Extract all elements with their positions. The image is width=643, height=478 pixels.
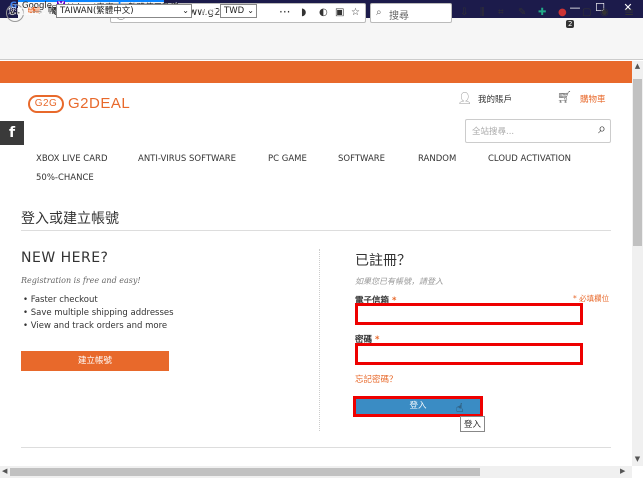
email-field[interactable] — [355, 303, 583, 325]
login-tooltip: 登入 — [460, 416, 486, 432]
crop-icon[interactable]: ⌗ — [498, 7, 504, 18]
downloads-icon[interactable]: ⇩ — [460, 7, 468, 18]
cart-icon: 🛒︎ — [557, 90, 573, 104]
site-top-bar — [0, 61, 632, 83]
screenshot-icon[interactable]: ▢ — [582, 7, 591, 18]
login-instruction: 如果您已有帳號，請登入 — [355, 277, 443, 286]
scroll-left-icon[interactable]: ◀ — [2, 467, 7, 475]
search-icon[interactable]: ⌕ — [598, 121, 606, 137]
chevron-down-icon: ⌄ — [247, 6, 254, 15]
hand-cursor-icon: ☝︎ — [456, 401, 464, 415]
site-logo[interactable]: G2G G2DEAL — [28, 95, 131, 114]
list-item: • View and track orders and more — [23, 321, 168, 331]
language-select[interactable]: TAIWAN(繁體中文) ⌄ — [56, 4, 192, 18]
search-icon: ⌕ — [376, 7, 382, 18]
chevron-down-icon: ⌄ — [182, 6, 189, 15]
bookmark-star-icon[interactable]: ☆ — [351, 7, 360, 18]
facebook-icon[interactable]: f — [0, 121, 24, 145]
extension-icon[interactable]: ✚ — [538, 7, 546, 18]
column-divider — [319, 249, 320, 431]
extension-badge-icon[interactable]: ● — [558, 7, 567, 18]
currency-label: 貨幣: — [200, 7, 220, 17]
extension-badge-count: 2 — [566, 20, 575, 28]
horizontal-scroll-thumb[interactable] — [10, 468, 480, 476]
bookmarks-bar — [0, 44, 643, 60]
list-item: • Save multiple shipping addresses — [23, 308, 174, 318]
shield-icon[interactable]: ◐ — [319, 7, 328, 18]
browser-search-placeholder: 搜尋 — [389, 11, 409, 22]
language-label: 您的語言： — [8, 7, 51, 17]
reader-icon[interactable]: ▣ — [335, 7, 344, 18]
my-account-link[interactable]: 我的賬戶 — [478, 93, 512, 105]
divider — [21, 447, 611, 448]
registered-heading: 已註冊？ — [355, 253, 411, 269]
list-item: • Faster checkout — [23, 295, 98, 305]
menu-icon[interactable]: ≡ — [624, 5, 634, 19]
page-actions-icon[interactable]: ··· — [279, 5, 290, 19]
user-icon: 👤︎ — [457, 91, 473, 105]
library-icon[interactable]: ⫼ — [480, 7, 485, 18]
create-account-button[interactable]: 建立帳號 — [21, 351, 169, 371]
menu-item-pc-game[interactable]: PC GAME — [268, 154, 307, 164]
account-icon[interactable]: ◉ — [600, 7, 609, 18]
new-here-heading: NEW HERE? — [21, 250, 109, 266]
pocket-icon[interactable]: ◗ — [301, 7, 306, 18]
logo-text: G2DEAL — [68, 95, 131, 112]
vertical-scroll-thumb[interactable] — [633, 79, 642, 246]
divider — [21, 230, 611, 231]
password-field[interactable] — [355, 343, 583, 365]
menu-item-anti-virus-software[interactable]: ANTI-VIRUS SOFTWARE — [138, 154, 236, 164]
menu-item-random[interactable]: RANDOM — [418, 154, 456, 164]
currency-select[interactable]: TWD ⌄ — [220, 4, 257, 18]
menu-item-cloud-activation[interactable]: CLOUD ACTIVATION — [488, 154, 571, 164]
menu-item-xbox-live-card[interactable]: XBOX LIVE CARD — [36, 154, 108, 164]
forgot-password-link[interactable]: 忘記密碼？ — [355, 373, 398, 385]
menu-item-50-chance[interactable]: 50%-CHANCE — [36, 173, 94, 183]
site-search-input[interactable]: 全站搜尋... ⌕ — [465, 119, 611, 143]
language-value: TAIWAN(繁體中文) — [60, 6, 134, 16]
cart-link[interactable]: 購物車 — [580, 93, 606, 105]
browser-search-box[interactable]: ⌕ 搜尋 — [370, 3, 452, 23]
site-search-placeholder: 全站搜尋... — [472, 127, 515, 137]
scroll-up-icon[interactable]: ▲ — [632, 62, 643, 70]
sync-icon[interactable]: ✎ — [518, 7, 526, 18]
page-title: 登入或建立帳號 — [21, 211, 119, 227]
scroll-right-icon[interactable]: ▶ — [620, 467, 625, 475]
registration-note: Registration is free and easy! — [21, 276, 141, 285]
scroll-down-icon[interactable]: ▼ — [632, 455, 643, 463]
menu-item-software[interactable]: SOFTWARE — [338, 154, 385, 164]
currency-value: TWD — [224, 6, 245, 16]
logo-badge: G2G — [28, 95, 64, 114]
